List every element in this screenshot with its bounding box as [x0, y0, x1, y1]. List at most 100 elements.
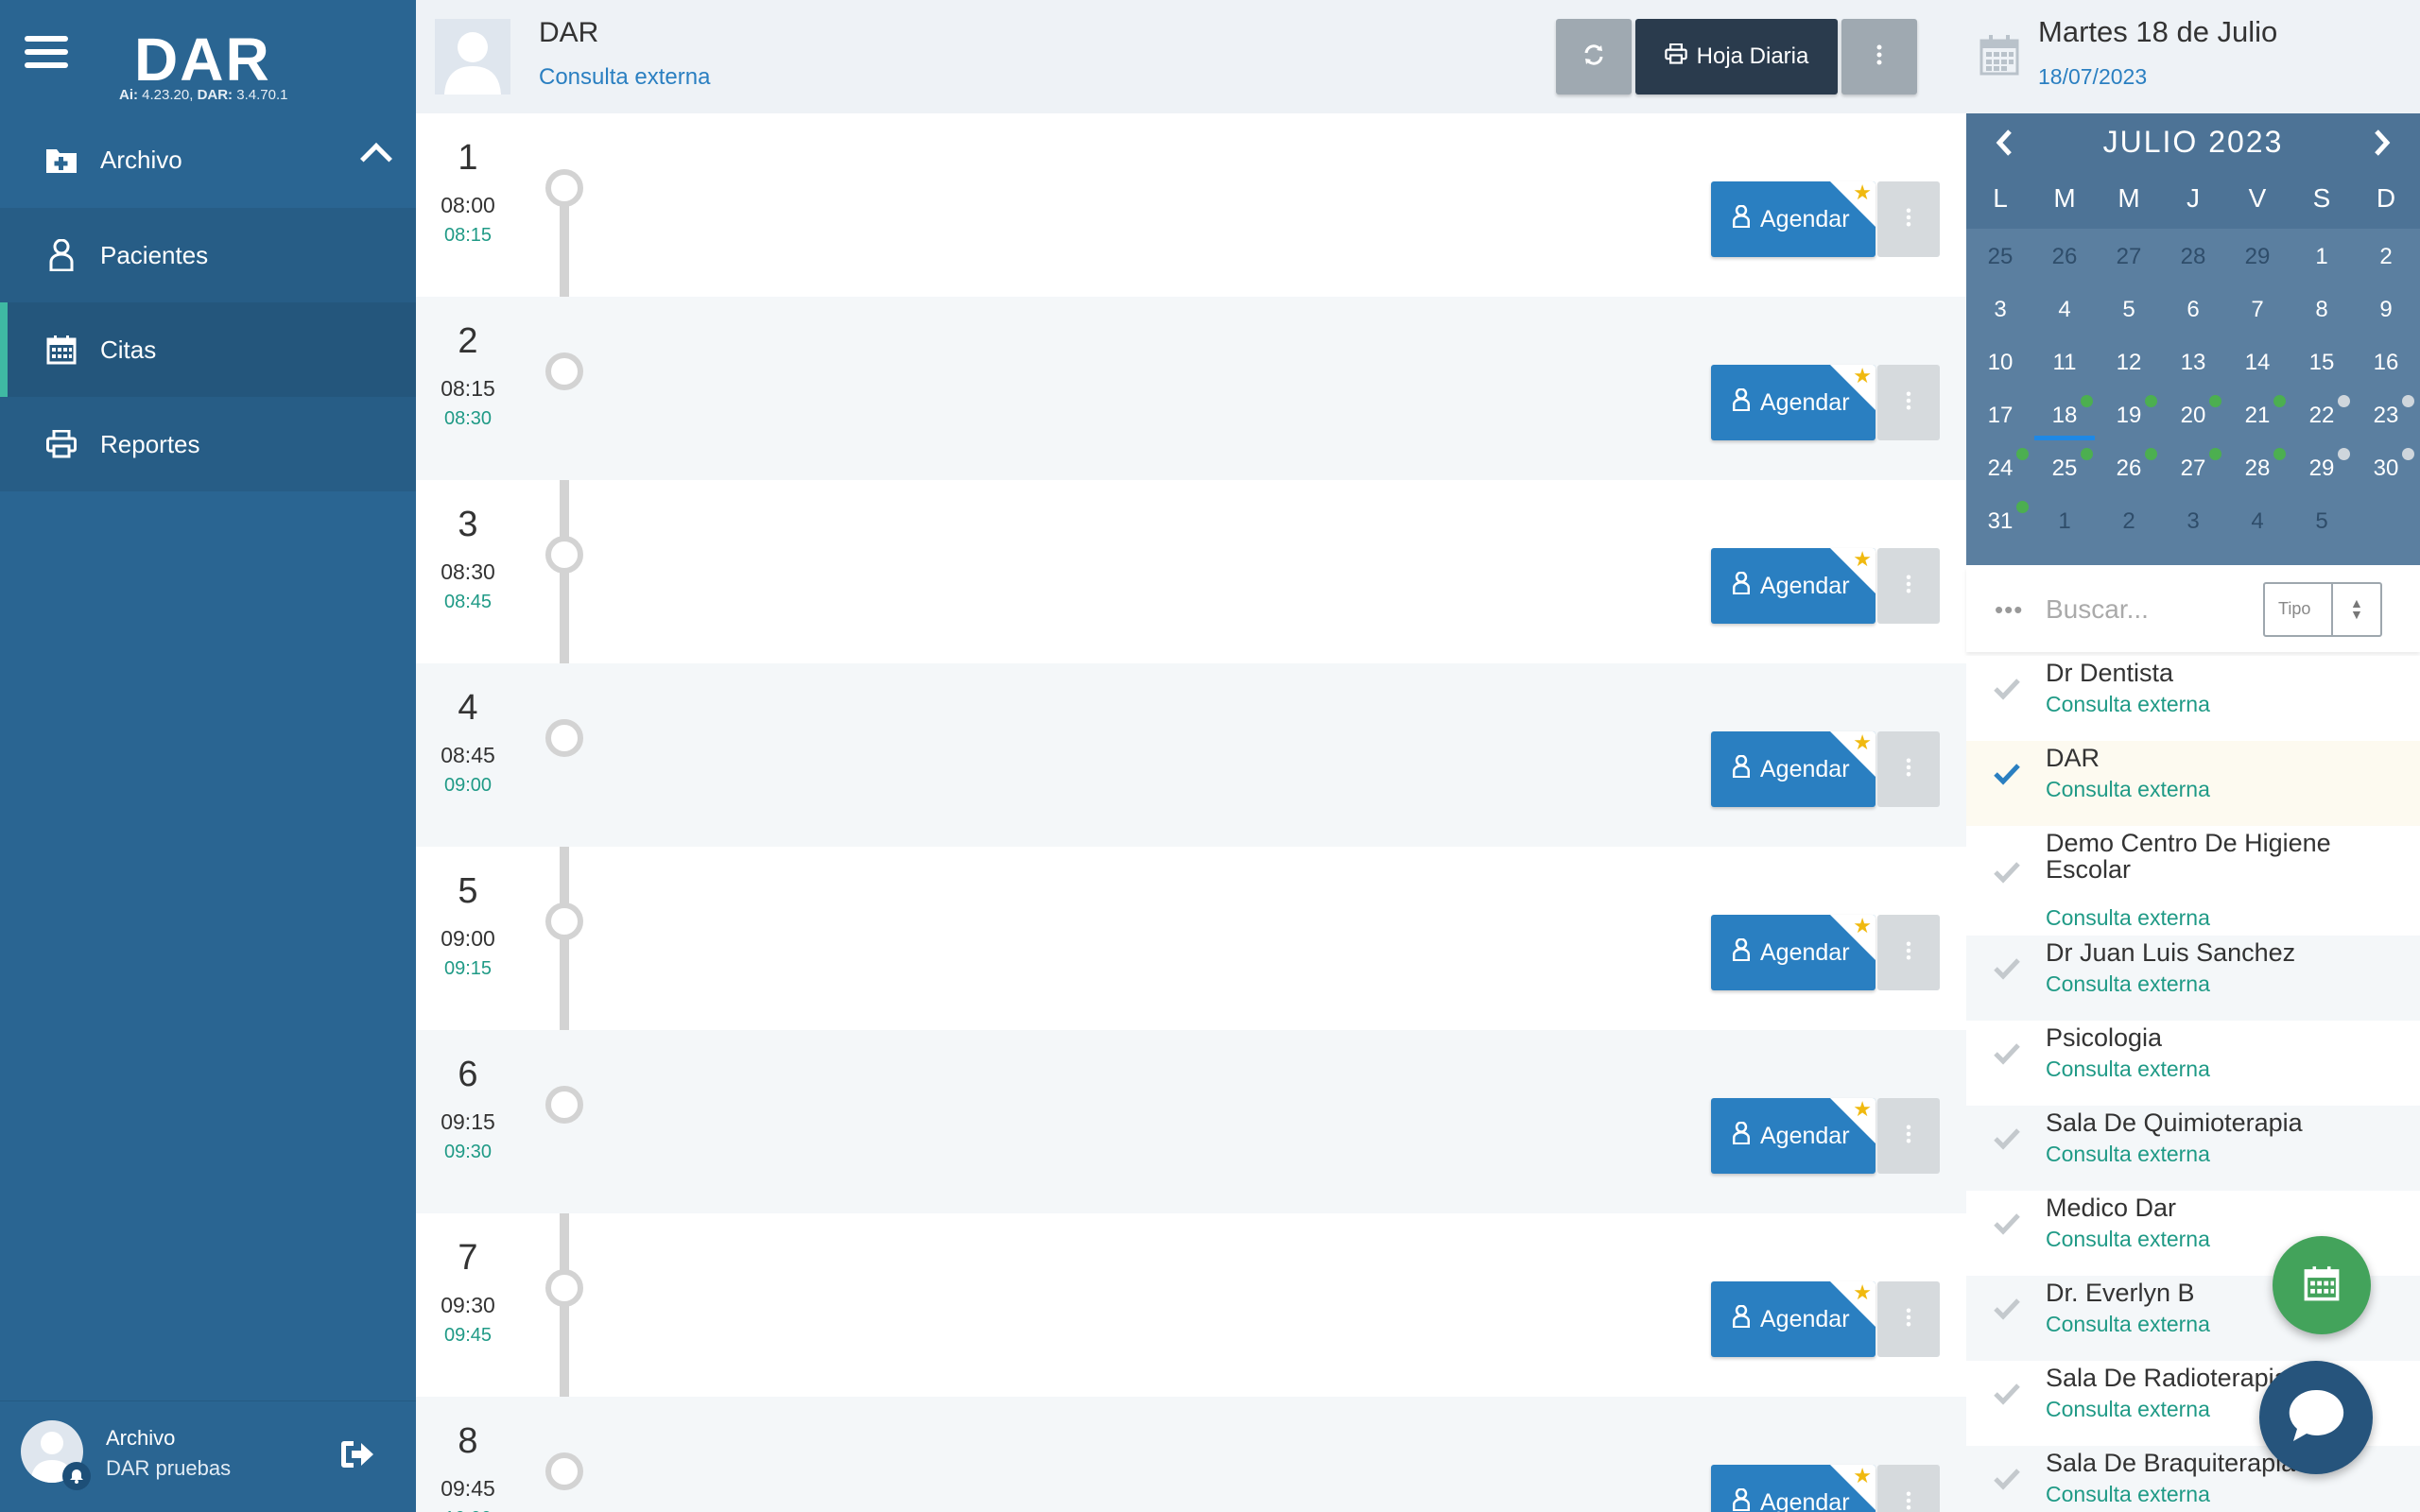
calendar-day[interactable]: 21	[2225, 389, 2290, 442]
calendar-day[interactable]: 23	[2354, 389, 2418, 442]
bell-icon[interactable]	[62, 1462, 91, 1490]
chevron-right-icon[interactable]	[2367, 129, 2395, 157]
check-icon[interactable]	[1993, 860, 2021, 889]
calendar-day[interactable]: 5	[2097, 284, 2161, 336]
nav-archivo[interactable]: Archivo	[0, 112, 416, 208]
check-icon[interactable]	[1993, 1211, 2021, 1241]
calendar-day[interactable]: 20	[2161, 389, 2225, 442]
slot-number: 2	[458, 321, 478, 361]
calendar-day-selected[interactable]: 18	[2032, 389, 2097, 442]
calendar-day[interactable]: 1	[2290, 231, 2354, 284]
calendar-fab-button[interactable]	[2273, 1236, 2371, 1334]
calendar-day[interactable]: 11	[2032, 336, 2097, 389]
calendar-day[interactable]: 25	[1968, 231, 2032, 284]
agendar-button[interactable]: Agendar ★	[1711, 731, 1876, 807]
slot-number: 5	[458, 871, 478, 911]
calendar-day[interactable]: 27	[2161, 442, 2225, 495]
day-number: 26	[2051, 244, 2078, 269]
check-icon[interactable]	[1993, 1297, 2021, 1326]
user-icon	[1732, 1120, 1751, 1151]
check-icon[interactable]	[1993, 1041, 2021, 1071]
hoja-diaria-button[interactable]: Hoja Diaria	[1635, 19, 1838, 94]
agenda-item[interactable]: Dr Juan Luis Sanchez Consulta externa	[1966, 936, 2420, 1021]
check-icon[interactable]	[1993, 762, 2021, 791]
agenda-item[interactable]: Dr Dentista Consulta externa	[1966, 656, 2420, 741]
sidebar-item-reportes[interactable]: Reportes	[0, 397, 416, 491]
slot-more-button[interactable]	[1877, 1281, 1940, 1357]
calendar-day[interactable]: 14	[2225, 336, 2290, 389]
agendar-button[interactable]: Agendar ★	[1711, 1098, 1876, 1174]
calendar-day[interactable]: 12	[2097, 336, 2161, 389]
agenda-item[interactable]: Psicologia Consulta externa	[1966, 1021, 2420, 1106]
check-icon[interactable]	[1993, 956, 2021, 986]
more-options-button[interactable]	[1841, 19, 1917, 94]
agendar-button[interactable]: Agendar ★	[1711, 181, 1876, 257]
calendar-day[interactable]: 5	[2290, 495, 2354, 548]
calendar-day[interactable]: 6	[2161, 284, 2225, 336]
slot-more-button[interactable]	[1877, 915, 1940, 990]
calendar-day[interactable]: 28	[2161, 231, 2225, 284]
chat-button[interactable]	[2259, 1361, 2373, 1474]
slot-more-button[interactable]	[1877, 365, 1940, 440]
calendar-day[interactable]: 7	[2225, 284, 2290, 336]
calendar-day[interactable]: 4	[2225, 495, 2290, 548]
calendar-day[interactable]: 2	[2354, 231, 2418, 284]
calendar-day[interactable]: 28	[2225, 442, 2290, 495]
refresh-button[interactable]	[1556, 19, 1632, 94]
schedule-header: DAR Consulta externa Hoja Diaria	[416, 0, 1966, 113]
calendar-day[interactable]: 16	[2354, 336, 2418, 389]
slot-more-button[interactable]	[1877, 731, 1940, 807]
check-icon[interactable]	[1993, 1467, 2021, 1496]
agenda-item[interactable]: DAR Consulta externa	[1966, 741, 2420, 826]
check-icon[interactable]	[1993, 1382, 2021, 1411]
calendar-day[interactable]: 4	[2032, 284, 2097, 336]
nav-archivo-label: Archivo	[100, 145, 182, 174]
calendar-day[interactable]: 2	[2097, 495, 2161, 548]
calendar-day[interactable]: 19	[2097, 389, 2161, 442]
slot-end-time: 08:15	[443, 225, 493, 246]
calendar-day[interactable]: 13	[2161, 336, 2225, 389]
slot-start-time: 09:15	[441, 1109, 495, 1134]
slot-more-button[interactable]	[1877, 548, 1940, 624]
check-icon[interactable]	[1993, 1126, 2021, 1156]
agendar-button[interactable]: Agendar ★	[1711, 1465, 1876, 1512]
calendar-day[interactable]: 3	[1968, 284, 2032, 336]
check-icon[interactable]	[1993, 677, 2021, 706]
tipo-select[interactable]: Tipo ▲ ▼	[2263, 582, 2382, 637]
calendar-day[interactable]: 31	[1968, 495, 2032, 548]
slot-more-button[interactable]	[1877, 181, 1940, 257]
calendar-day[interactable]: 24	[1968, 442, 2032, 495]
calendar-day[interactable]: 1	[2032, 495, 2097, 548]
calendar-day[interactable]: 15	[2290, 336, 2354, 389]
calendar-day[interactable]: 26	[2097, 442, 2161, 495]
calendar-day[interactable]: 22	[2290, 389, 2354, 442]
calendar-day[interactable]: 8	[2290, 284, 2354, 336]
agendar-button[interactable]: Agendar ★	[1711, 1281, 1876, 1357]
calendar-day[interactable]: 25	[2032, 442, 2097, 495]
sidebar-item-citas[interactable]: Citas	[0, 302, 416, 397]
calendar-day[interactable]: 10	[1968, 336, 2032, 389]
slot-more-button[interactable]	[1877, 1098, 1940, 1174]
agendar-button[interactable]: Agendar ★	[1711, 915, 1876, 990]
agenda-item[interactable]: Sala De Quimioterapia Consulta externa	[1966, 1106, 2420, 1191]
calendar-day[interactable]: 29	[2290, 442, 2354, 495]
search-input[interactable]	[2046, 586, 2235, 633]
vertical-dots-icon	[1906, 1307, 1911, 1332]
more-horizontal-icon[interactable]: •••	[1995, 597, 2023, 622]
calendar-day[interactable]: 29	[2225, 231, 2290, 284]
agenda-item[interactable]: Demo Centro De Higiene Escolar Consulta e…	[1966, 826, 2420, 936]
menu-icon[interactable]	[25, 36, 68, 74]
calendar-day[interactable]: 17	[1968, 389, 2032, 442]
sidebar-item-pacientes[interactable]: Pacientes	[0, 208, 416, 302]
day-number: 22	[2308, 403, 2335, 428]
calendar-day[interactable]: 9	[2354, 284, 2418, 336]
calendar-day[interactable]: 27	[2097, 231, 2161, 284]
agendar-button[interactable]: Agendar ★	[1711, 365, 1876, 440]
calendar-day[interactable]: 3	[2161, 495, 2225, 548]
calendar-day[interactable]: 30	[2354, 442, 2418, 495]
calendar-day[interactable]: 26	[2032, 231, 2097, 284]
logout-icon[interactable]	[340, 1439, 374, 1474]
agendar-button[interactable]: Agendar ★	[1711, 548, 1876, 624]
day-number: 5	[2122, 297, 2135, 322]
slot-more-button[interactable]	[1877, 1465, 1940, 1512]
